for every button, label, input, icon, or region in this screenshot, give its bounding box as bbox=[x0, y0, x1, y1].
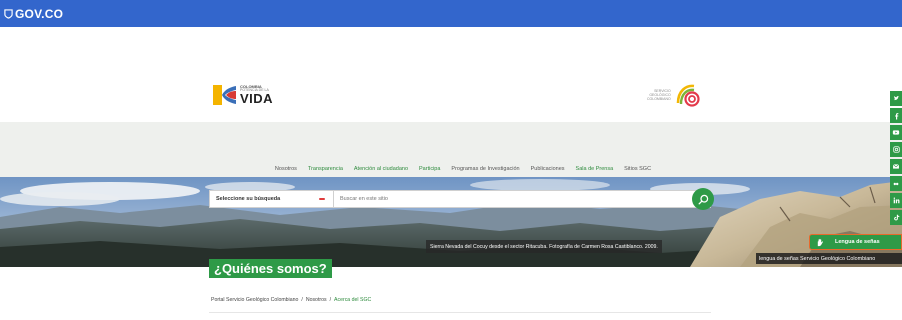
sign-language-button[interactable]: Lengua de señas bbox=[809, 234, 902, 250]
logo-word: VIDA bbox=[240, 91, 274, 107]
breadcrumb-item-portal[interactable]: Portal Servicio Geológico Colombiano bbox=[211, 297, 298, 303]
page: GOV.CO COLOMBIA POTENCIA DE LA VIDA SERV… bbox=[0, 0, 902, 320]
email-icon[interactable] bbox=[890, 159, 902, 174]
main-nav: Nosotros Transparencia Atención al ciuda… bbox=[0, 166, 902, 172]
govco-shield-icon bbox=[4, 8, 13, 19]
search-icon bbox=[698, 194, 708, 204]
breadcrumb-item-nosotros[interactable]: Nosotros bbox=[306, 297, 327, 303]
colombia-logo-mark-icon bbox=[213, 85, 236, 105]
sign-language-label: Lengua de señas bbox=[835, 239, 880, 245]
flickr-icon[interactable] bbox=[890, 176, 902, 191]
nav-item-programas[interactable]: Programas de Investigación bbox=[451, 166, 519, 172]
page-title: ¿Quiénes somos? bbox=[209, 259, 332, 278]
nav-item-nosotros[interactable]: Nosotros bbox=[275, 166, 297, 172]
search-type-select[interactable]: Seleccione su búsqueda bbox=[209, 190, 334, 208]
sign-language-hand-icon bbox=[817, 238, 823, 246]
nav-item-transparencia[interactable]: Transparencia bbox=[308, 166, 343, 172]
breadcrumb: Portal Servicio Geológico Colombiano / N… bbox=[211, 297, 371, 303]
search-button[interactable] bbox=[692, 188, 714, 210]
breadcrumb-item-current: Acerca del SGC bbox=[334, 297, 372, 303]
sign-language-tooltip-text: lengua de señas Servicio Geológico Colom… bbox=[759, 255, 876, 262]
page-title-text: ¿Quiénes somos? bbox=[214, 261, 327, 276]
breadcrumb-separator: / bbox=[329, 297, 332, 303]
nav-item-sala-prensa[interactable]: Sala de Prensa bbox=[576, 166, 614, 172]
colombia-potencia-logo[interactable]: COLOMBIA POTENCIA DE LA VIDA bbox=[213, 82, 273, 108]
sign-language-tooltip: lengua de señas Servicio Geológico Colom… bbox=[756, 253, 902, 264]
breadcrumb-separator: / bbox=[301, 297, 303, 303]
facebook-icon[interactable] bbox=[890, 108, 902, 123]
breadcrumb-divider bbox=[209, 312, 711, 313]
sgc-spiral-icon bbox=[676, 84, 700, 107]
nav-item-atencion[interactable]: Atención al ciudadano bbox=[354, 166, 408, 172]
search-type-label: Seleccione su búsqueda bbox=[216, 196, 281, 202]
sgc-logo-line-3: COLOMBIANO bbox=[647, 97, 671, 102]
linkedin-icon[interactable] bbox=[890, 193, 902, 208]
govco-link[interactable]: GOV.CO bbox=[15, 7, 63, 21]
nav-item-participa[interactable]: Participa bbox=[419, 166, 440, 172]
instagram-icon[interactable] bbox=[890, 142, 902, 157]
hero-caption: Sierra Nevada del Cocuy desde el sector … bbox=[426, 240, 662, 253]
nav-item-publicaciones[interactable]: Publicaciones bbox=[531, 166, 565, 172]
search-input[interactable] bbox=[334, 190, 711, 208]
site-search: Seleccione su búsqueda bbox=[209, 188, 714, 210]
tiktok-icon[interactable] bbox=[890, 210, 902, 225]
hero-caption-text: Sierra Nevada del Cocuy desde el sector … bbox=[430, 243, 658, 250]
social-sidebar bbox=[890, 91, 902, 225]
nav-item-sitios[interactable]: Sitios SGC bbox=[624, 166, 651, 172]
sgc-logo[interactable]: SERVICIO GEOLÓGICO COLOMBIANO bbox=[647, 81, 702, 109]
chevron-down-icon bbox=[319, 198, 325, 200]
twitter-icon[interactable] bbox=[890, 91, 902, 106]
youtube-icon[interactable] bbox=[890, 125, 902, 140]
govco-bar: GOV.CO bbox=[0, 0, 902, 27]
